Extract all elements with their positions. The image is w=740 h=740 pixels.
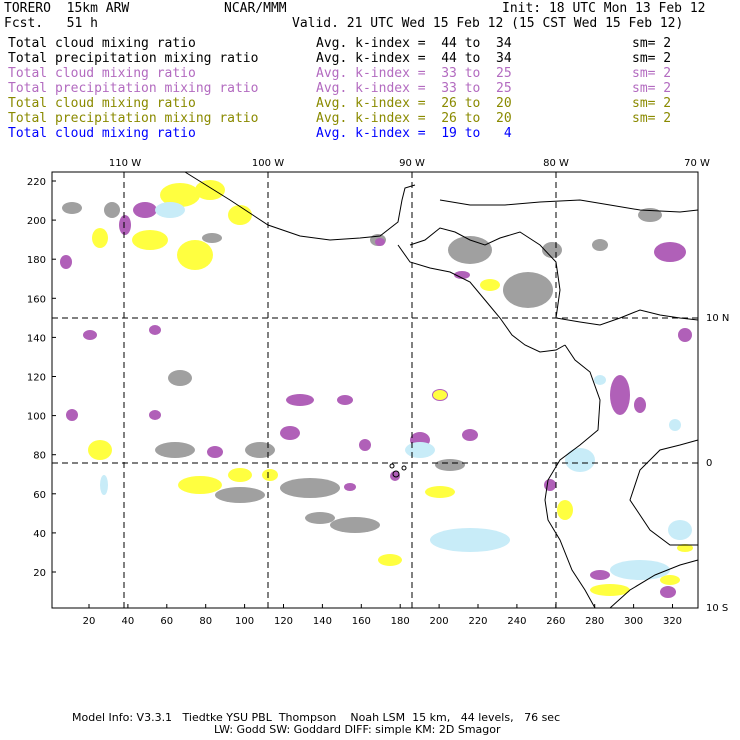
purple-cloud-region [60, 255, 72, 269]
x-tick-label: 220 [468, 616, 487, 627]
purple-cloud-region [119, 215, 131, 235]
purple-cloud-region [359, 439, 371, 451]
purple-cloud-region [610, 375, 630, 415]
lightblue-cloud-region [610, 560, 670, 580]
gray-cloud-region [330, 517, 380, 533]
purple-cloud-region [375, 238, 385, 246]
x-tick-label: 160 [352, 616, 371, 627]
y-tick-label: 80 [33, 451, 46, 462]
lightblue-cloud-region [405, 442, 435, 458]
x-tick-label: 280 [585, 616, 604, 627]
lat-label: 10 S [706, 603, 728, 614]
cloud-fields [60, 180, 693, 598]
y-tick-label: 20 [33, 568, 46, 579]
purple-cloud-region [149, 410, 161, 420]
yellow-cloud-region [92, 228, 108, 248]
gray-cloud-region [215, 487, 265, 503]
x-tick-label: 60 [160, 616, 173, 627]
gray-cloud-region [155, 442, 195, 458]
x-tick-label: 300 [624, 616, 643, 627]
gray-cloud-region [503, 272, 553, 308]
yellow-cloud-region [480, 279, 500, 291]
lon-label: 110 W [109, 158, 141, 169]
purple-cloud-region [149, 325, 161, 335]
purple-cloud-region [207, 446, 223, 458]
x-tick-label: 100 [235, 616, 254, 627]
gray-cloud-region [305, 512, 335, 524]
yellow-cloud-region [262, 469, 278, 481]
lightblue-cloud-region [594, 375, 606, 385]
gray-cloud-region [202, 233, 222, 243]
purple-cloud-region [344, 483, 356, 491]
yellow-cloud-region [88, 440, 112, 460]
yellow-cloud-region [590, 584, 630, 596]
map-plot: 110 W 100 W 90 W 80 W 70 W 10 N 0 10 S 220 200 180… [27, 158, 729, 627]
lightblue-cloud-region [565, 448, 595, 472]
x-tick-label: 240 [507, 616, 526, 627]
yellow-cloud-region [433, 390, 447, 400]
y-tick-label: 40 [33, 529, 46, 540]
x-tick-label: 180 [391, 616, 410, 627]
gray-cloud-region [280, 478, 340, 498]
yellow-cloud-region [132, 230, 168, 250]
y-tick-label: 180 [27, 255, 46, 266]
lon-label: 90 W [399, 158, 425, 169]
x-tick-label: 20 [83, 616, 96, 627]
purple-cloud-region [286, 394, 314, 406]
purple-cloud-region [634, 397, 646, 413]
x-tick-label: 80 [199, 616, 212, 627]
lat-label: 10 N [706, 313, 729, 324]
x-tick-label: 320 [663, 616, 682, 627]
footer-physics-info: LW: Godd SW: Goddard DIFF: simple KM: 2D… [214, 723, 501, 736]
y-tick-label: 120 [27, 373, 46, 384]
lon-label: 100 W [252, 158, 284, 169]
y-tick-label: 200 [27, 216, 46, 227]
yellow-cloud-region [378, 554, 402, 566]
purple-cloud-region [544, 479, 556, 491]
purple-cloud-region [660, 586, 676, 598]
lightblue-cloud-region [430, 528, 510, 552]
x-tick-label: 140 [313, 616, 332, 627]
purple-cloud-region [654, 242, 686, 262]
purple-cloud-region [280, 426, 300, 440]
gray-cloud-region [168, 370, 192, 386]
yellow-cloud-region [660, 575, 680, 585]
x-tick-label: 260 [546, 616, 565, 627]
purple-cloud-region [462, 429, 478, 441]
purple-cloud-region [590, 570, 610, 580]
yellow-cloud-region [178, 476, 222, 494]
purple-cloud-region [83, 330, 97, 340]
purple-cloud-region [66, 409, 78, 421]
lat-label: 0 [706, 458, 712, 469]
lon-label: 70 W [684, 158, 710, 169]
yellow-cloud-region [557, 500, 573, 520]
y-tick-label: 140 [27, 333, 46, 344]
purple-cloud-region [678, 328, 692, 342]
lightblue-cloud-region [668, 520, 692, 540]
yellow-cloud-region [425, 486, 455, 498]
lon-label: 80 W [543, 158, 569, 169]
gray-cloud-region [435, 459, 465, 471]
lightblue-cloud-region [155, 202, 185, 218]
y-tick-label: 60 [33, 490, 46, 501]
weather-map-page: TORERO 15km ARW NCAR/MMM Init: 18 UTC Mo… [0, 0, 740, 740]
yellow-cloud-region [177, 240, 213, 270]
purple-cloud-region [133, 202, 157, 218]
y-tick-label: 160 [27, 294, 46, 305]
x-tick-label: 40 [122, 616, 135, 627]
gray-cloud-region [592, 239, 608, 251]
yellow-cloud-region [228, 468, 252, 482]
yellow-cloud-region [228, 205, 252, 225]
gray-cloud-region [245, 442, 275, 458]
x-tick-label: 120 [274, 616, 293, 627]
lightblue-cloud-region [100, 475, 108, 495]
lightblue-cloud-region [669, 419, 681, 431]
x-tick-label: 200 [430, 616, 449, 627]
purple-cloud-region [337, 395, 353, 405]
y-tick-label: 100 [27, 412, 46, 423]
gray-cloud-region [104, 202, 120, 218]
y-tick-label: 220 [27, 177, 46, 188]
yellow-cloud-region [195, 180, 225, 200]
gray-cloud-region [62, 202, 82, 214]
